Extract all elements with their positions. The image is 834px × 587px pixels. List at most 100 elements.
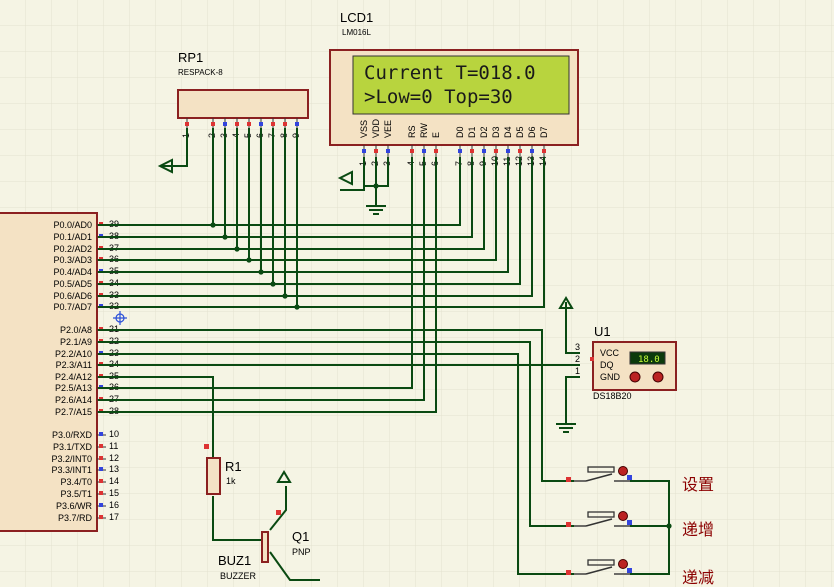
mcu-pin-number: 15: [109, 488, 119, 498]
key-label: 设置: [682, 475, 714, 494]
rp-pin-marker: [259, 122, 263, 126]
mcu-pin-marker: [99, 456, 103, 460]
mcu-pin-name: P3.0/RXD: [52, 430, 93, 440]
u1-temp-value: 18.0: [638, 355, 660, 365]
buz-ref-label: BUZ1: [218, 553, 251, 568]
mcu-pin-marker: [99, 432, 103, 436]
rp-pin-marker: [247, 122, 251, 126]
key-pin-marker: [627, 568, 632, 573]
mcu-pin-name: P0.6/AD6: [53, 291, 92, 301]
mcu-pin-marker: [99, 467, 103, 471]
mcu-pin-name: P0.2/AD2: [53, 244, 92, 254]
lcd-line-1: Current T=018.0: [364, 62, 536, 84]
rp-pin-marker: [223, 122, 227, 126]
lcd-pin-marker: [542, 149, 546, 153]
lcd-pin-marker: [386, 149, 390, 153]
mcu-pin-marker: [99, 515, 103, 519]
mcu-pin-name: P3.2/INT0: [51, 454, 92, 464]
wire-junction: [282, 293, 288, 299]
rp-body: [177, 89, 309, 119]
wire-junction: [210, 222, 216, 228]
lcd-pin-marker: [422, 149, 426, 153]
lcd-pin-marker: [506, 149, 510, 153]
wire-junction: [373, 183, 379, 189]
key-label: 递减: [682, 568, 714, 587]
key-press-button[interactable]: [618, 466, 628, 476]
u1-pin1-number: 1: [575, 366, 580, 376]
q1-type-label: PNP: [292, 547, 311, 557]
lcd-pin-name: D6: [527, 126, 537, 138]
mcu-pin-number: 14: [109, 476, 119, 486]
key-press-button[interactable]: [618, 511, 628, 521]
mcu-pin-number: 16: [109, 500, 119, 510]
rp-pin-marker: [235, 122, 239, 126]
mcu-pin-number: 11: [109, 441, 118, 451]
lcd-pin-name: VEE: [383, 120, 393, 138]
mcu-pin-name: P2.2/A10: [55, 349, 92, 359]
key-press-button[interactable]: [618, 559, 628, 569]
mcu-pin-name: P0.0/AD0: [53, 220, 92, 230]
schematic-canvas: LCD1 LM016L Current T=018.0 >Low=0 Top=3…: [0, 0, 834, 587]
mcu-pin-name: P2.7/A15: [55, 407, 92, 417]
lcd-pin-name: D7: [539, 126, 549, 138]
q1-body: [261, 531, 269, 563]
mcu-pin-number: 13: [109, 464, 119, 474]
key-label: 递增: [682, 520, 714, 539]
lcd-pin-name: D0: [455, 126, 465, 138]
schematic: LCD1 LM016L Current T=018.0 >Low=0 Top=3…: [0, 0, 834, 587]
rp-pin-marker: [185, 122, 189, 126]
lcd-ref-label: LCD1: [340, 10, 373, 25]
lcd-pin-name: D3: [491, 126, 501, 138]
lcd-pin-name: D4: [503, 126, 513, 138]
mcu-pin-name: P3.7/RD: [58, 513, 93, 523]
wire-junction: [270, 281, 276, 287]
mcu-pin-name: P0.4/AD4: [53, 267, 92, 277]
r1-ref-label: R1: [225, 459, 242, 474]
lcd-pin-marker: [518, 149, 522, 153]
buz-part-label: BUZZER: [220, 571, 257, 581]
wire-junction: [222, 234, 228, 240]
lcd-pin-name: D2: [479, 126, 489, 138]
r1-body: [206, 457, 221, 495]
u1-gnd-label: GND: [600, 372, 621, 382]
lcd-pin-name: E: [431, 132, 441, 138]
key-pin-marker: [566, 570, 571, 575]
mcu-pin-marker: [99, 491, 103, 495]
u1-increase-button[interactable]: [652, 371, 664, 383]
lcd-pin-marker: [458, 149, 462, 153]
rp-pin-marker: [271, 122, 275, 126]
mcu-pin-name: P3.4/T0: [60, 477, 92, 487]
mcu-pin-marker: [99, 444, 103, 448]
mcu-pin-name: P3.6/WR: [56, 501, 93, 511]
lcd-pin-marker: [494, 149, 498, 153]
r1-value-label: 1k: [226, 476, 236, 486]
mcu-pin-name: P2.0/A8: [60, 325, 92, 335]
u1-dq-pin-marker: [590, 357, 594, 361]
wire-junction: [666, 523, 672, 529]
wire-junction: [294, 304, 300, 310]
rp-pin-marker: [211, 122, 215, 126]
lcd-line-2: >Low=0 Top=30: [364, 86, 513, 108]
lcd-pin-name: D1: [467, 126, 477, 138]
rp-pin-marker: [283, 122, 287, 126]
mcu-pin-name: P3.5/T1: [60, 489, 92, 499]
key-pin-marker: [627, 520, 632, 525]
lcd-pin-name: VSS: [359, 120, 369, 138]
mcu-pin-name: P2.3/A11: [56, 360, 92, 370]
mcu-pin-marker: [99, 503, 103, 507]
r1-pin-marker: [204, 444, 209, 449]
mcu-pin-number: 17: [109, 512, 119, 522]
wire-junction: [234, 246, 240, 252]
lcd-pin-marker: [470, 149, 474, 153]
q1-pin-marker: [276, 510, 281, 515]
mcu-pin-name: P2.4/A12: [55, 372, 92, 382]
u1-decrease-button[interactable]: [629, 371, 641, 383]
u1-pin3-number: 3: [575, 342, 580, 352]
mcu-pin-name: P0.5/AD5: [53, 279, 92, 289]
mcu-pin-name: P0.7/AD7: [53, 302, 92, 312]
key-pin-marker: [566, 477, 571, 482]
key-pin-marker: [566, 522, 571, 527]
u1-pin2-number: 2: [575, 354, 580, 364]
mcu-pin-number: 10: [109, 429, 119, 439]
mcu-pin-name: P3.3/INT1: [51, 465, 92, 475]
